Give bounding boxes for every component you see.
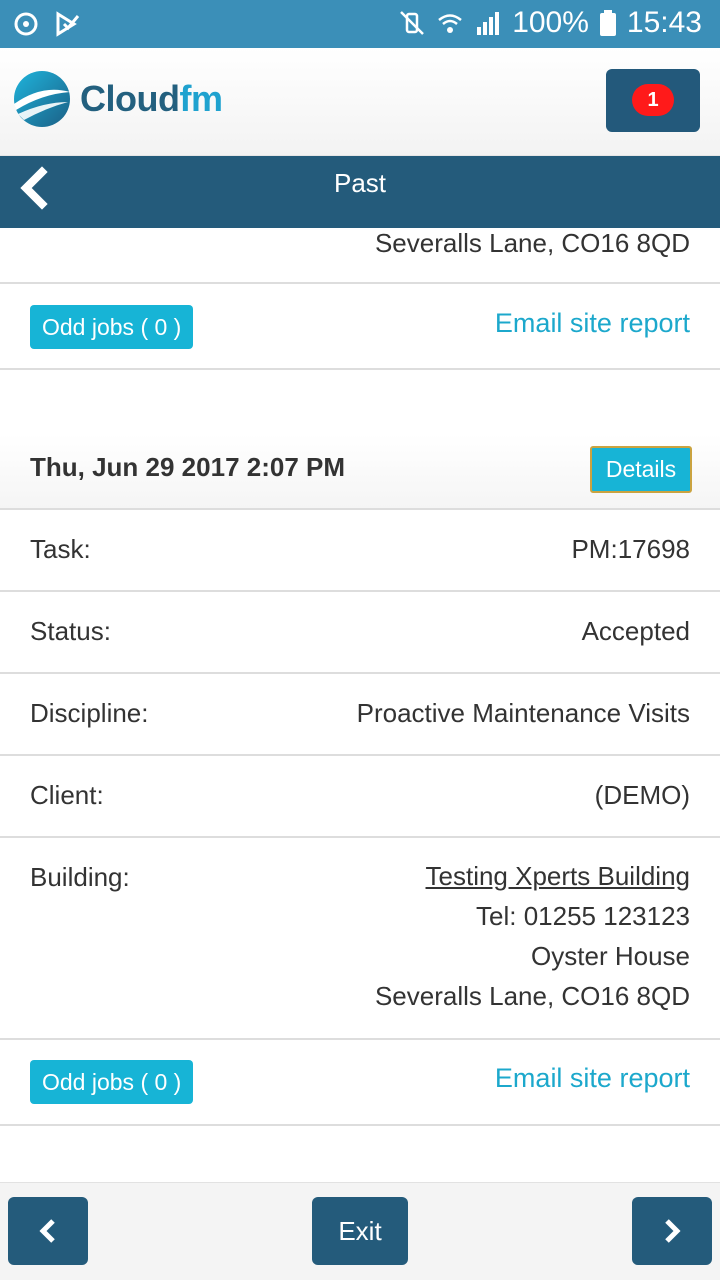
entry-header: Thu, Jun 29 2017 2:07 PM Details <box>0 434 720 509</box>
task-value: PM:17698 <box>571 534 690 564</box>
title-bar: Past <box>0 156 720 228</box>
building-address-line-1: Oyster House <box>531 941 690 971</box>
divider <box>0 590 720 592</box>
status-value: Accepted <box>581 616 690 646</box>
app-header: Cloudfm 1 <box>0 48 720 156</box>
status-label: Status: <box>30 616 111 646</box>
client-value: (DEMO) <box>594 780 690 810</box>
entry-date: Thu, Jun 29 2017 2:07 PM <box>30 452 346 482</box>
exit-button[interactable]: Exit <box>312 1197 408 1265</box>
discipline-value: Proactive Maintenance Visits <box>356 698 690 728</box>
page-title: Past <box>333 168 387 198</box>
divider <box>0 1038 720 1040</box>
odd-jobs-button[interactable]: Odd jobs ( 0 ) <box>30 305 194 349</box>
previous-button[interactable] <box>8 1197 88 1265</box>
building-tel: Tel: 01255 123123 <box>476 901 690 931</box>
client-label: Client: <box>30 780 104 810</box>
building-address-line-2: Severalls Lane, CO16 8QD <box>374 981 690 1011</box>
odd-jobs-button[interactable]: Odd jobs ( 0 ) <box>30 1060 194 1104</box>
task-label: Task: <box>30 534 91 564</box>
notifications-button[interactable]: 1 <box>606 69 700 132</box>
check-cast-icon <box>56 11 80 37</box>
footer-nav: Exit <box>0 1182 720 1280</box>
wifi-icon <box>438 14 462 33</box>
next-button[interactable] <box>632 1197 712 1265</box>
clock: 15:43 <box>626 6 702 39</box>
email-site-report-link[interactable]: Email site report <box>495 308 690 339</box>
divider <box>0 1124 720 1126</box>
cloudfm-logo: Cloudfm <box>12 68 223 130</box>
signal-icon <box>477 12 500 35</box>
logo-wordmark: Cloudfm <box>80 78 223 119</box>
discipline-label: Discipline: <box>30 698 149 728</box>
sync-icon <box>14 12 38 36</box>
building-label: Building: <box>30 862 130 892</box>
chevron-right-icon <box>665 1219 681 1243</box>
battery-percent: 100% <box>512 6 589 39</box>
past-list[interactable]: Severalls Lane, CO16 8QD Odd jobs ( 0 ) … <box>0 228 720 1182</box>
divider <box>0 836 720 838</box>
status-bar: 100% 15:43 <box>0 0 720 48</box>
divider <box>0 282 720 284</box>
divider <box>0 508 720 510</box>
email-site-report-link[interactable]: Email site report <box>495 1063 690 1094</box>
building-name-link[interactable]: Testing Xperts Building <box>375 856 690 896</box>
mute-vibrate-icon <box>400 11 425 35</box>
battery-icon <box>599 10 616 36</box>
notification-badge: 1 <box>632 84 674 116</box>
details-button[interactable]: Details <box>590 446 692 493</box>
cloudfm-logo-icon <box>14 71 70 127</box>
building-value: Testing Xperts Building Tel: 01255 12312… <box>375 856 690 1016</box>
divider <box>0 672 720 674</box>
building-address-line: Severalls Lane, CO16 8QD <box>374 228 690 258</box>
divider <box>0 754 720 756</box>
chevron-left-icon <box>39 1219 55 1243</box>
divider <box>0 368 720 370</box>
